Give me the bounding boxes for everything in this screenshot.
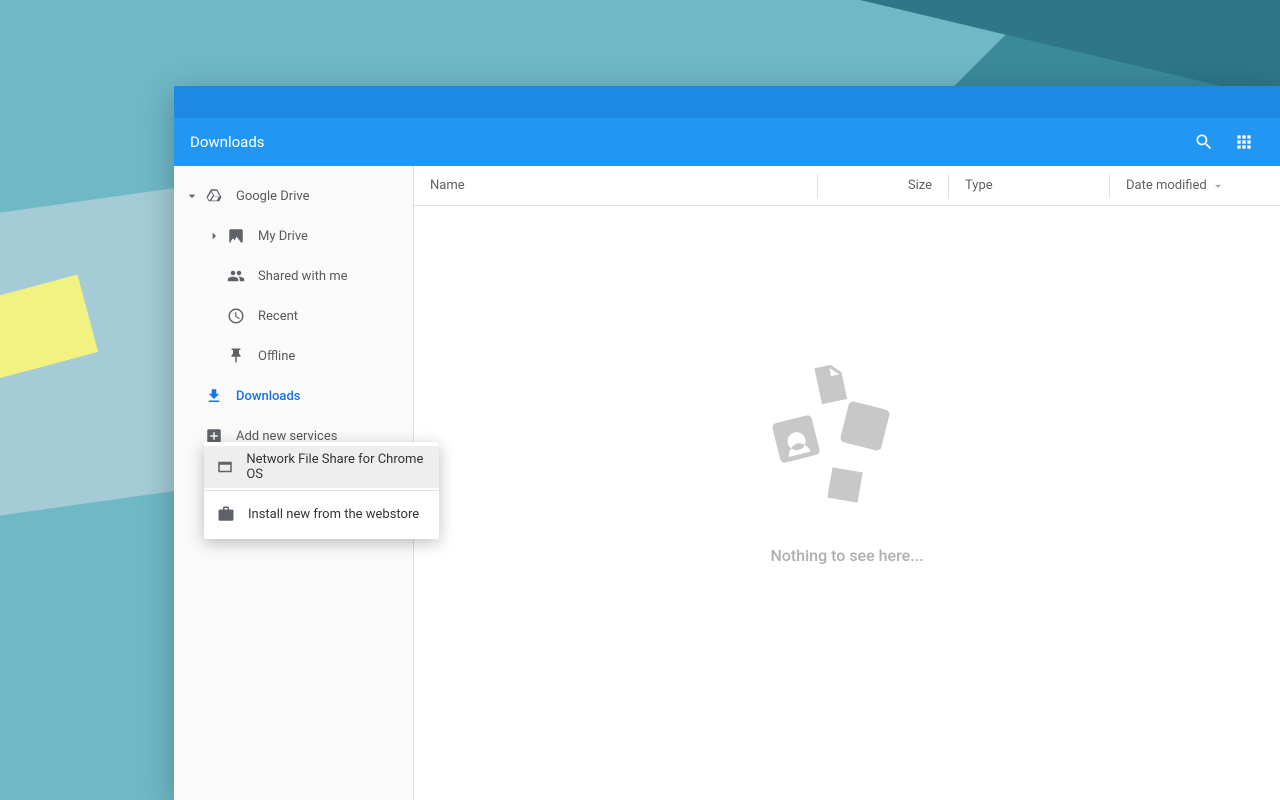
music-icon <box>763 406 828 471</box>
window-title-bar[interactable] <box>174 86 1280 118</box>
sidebar-item-downloads[interactable]: Downloads <box>174 376 413 416</box>
menu-item-label: Network File Share for Chrome OS <box>246 452 427 482</box>
sidebar-item-label: Recent <box>258 309 298 324</box>
sidebar-item-label: Offline <box>258 349 295 364</box>
menu-item-label: Install new from the webstore <box>248 507 419 522</box>
drive-icon <box>202 184 226 208</box>
column-header-name[interactable]: Name <box>414 178 817 193</box>
pin-icon <box>224 344 248 368</box>
sort-arrow-icon <box>1211 179 1225 193</box>
sidebar-item-offline[interactable]: Offline <box>174 336 413 376</box>
video-icon <box>818 458 871 511</box>
download-icon <box>202 384 226 408</box>
column-header-size[interactable]: Size <box>818 178 948 193</box>
empty-state: Nothing to see here... <box>414 206 1280 800</box>
search-icon <box>1194 132 1214 152</box>
page-title: Downloads <box>190 133 265 151</box>
empty-illustration <box>777 362 917 522</box>
menu-separator <box>204 490 439 491</box>
app-header: Downloads <box>174 118 1280 166</box>
columns-header: Name Size Type Date modified <box>414 166 1280 206</box>
menu-item-install-webstore[interactable]: Install new from the webstore <box>204 493 439 535</box>
body-area: Google Drive My Drive Shared with me <box>174 166 1280 800</box>
people-icon <box>224 264 248 288</box>
webstore-icon <box>216 504 236 524</box>
my-drive-icon <box>224 224 248 248</box>
chevron-right-icon[interactable] <box>204 226 224 246</box>
sidebar-item-label: Google Drive <box>236 189 309 204</box>
search-button[interactable] <box>1184 122 1224 162</box>
smb-share-icon <box>216 457 234 477</box>
column-header-date[interactable]: Date modified <box>1110 178 1280 193</box>
column-header-type[interactable]: Type <box>949 178 1109 193</box>
clock-icon <box>224 304 248 328</box>
sidebar-item-shared-with-me[interactable]: Shared with me <box>174 256 413 296</box>
chevron-down-icon[interactable] <box>182 186 202 206</box>
menu-item-network-share[interactable]: Network File Share for Chrome OS <box>204 446 439 488</box>
sidebar-item-google-drive[interactable]: Google Drive <box>174 176 413 216</box>
add-services-menu: Network File Share for Chrome OS Install… <box>204 442 439 539</box>
sidebar-item-recent[interactable]: Recent <box>174 296 413 336</box>
view-mode-button[interactable] <box>1224 122 1264 162</box>
column-header-label: Date modified <box>1126 178 1207 193</box>
sidebar-item-label: My Drive <box>258 229 308 244</box>
sidebar-item-label: Shared with me <box>258 269 348 284</box>
files-app-window: Downloads Google Drive <box>174 86 1280 800</box>
sidebar-item-my-drive[interactable]: My Drive <box>174 216 413 256</box>
image-icon <box>831 392 899 460</box>
file-list-area: Name Size Type Date modified Noth <box>414 166 1280 800</box>
sidebar-item-label: Downloads <box>236 389 300 404</box>
empty-state-text: Nothing to see here... <box>770 546 923 565</box>
grid-view-icon <box>1234 132 1254 152</box>
